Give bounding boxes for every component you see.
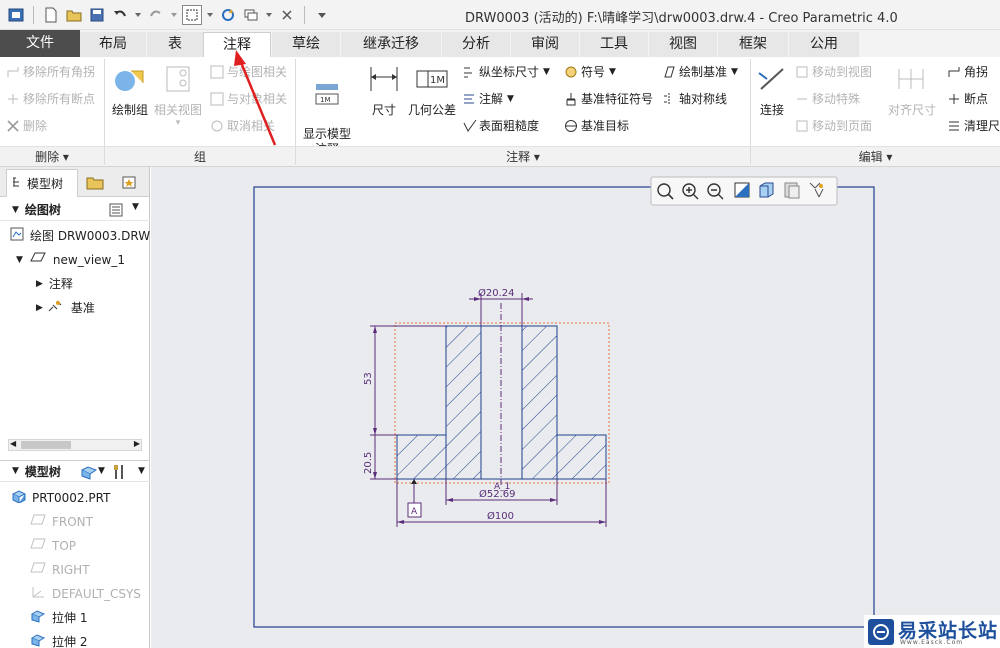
- datum-plane-icon: [30, 513, 46, 530]
- datum-plane-icon: [30, 561, 46, 578]
- dimension-left-height[interactable]: 53: [363, 372, 374, 385]
- datum-plane-icon: [30, 537, 46, 554]
- tree-item-view[interactable]: ▼ new_view_1: [16, 251, 125, 268]
- dimension-outer-diameter[interactable]: Ø100: [487, 510, 514, 522]
- folder-icon: [86, 174, 104, 193]
- tree-item-top[interactable]: TOP: [30, 537, 76, 554]
- tab-folder[interactable]: [80, 169, 110, 197]
- part-icon: [11, 489, 27, 506]
- display-style-icon[interactable]: [759, 182, 774, 198]
- watermark: 易采站长站 Www.Easck.Com: [864, 615, 1000, 648]
- dimension-inner-diameter[interactable]: Ø52.69: [479, 488, 516, 500]
- tree-item-front[interactable]: FRONT: [30, 513, 93, 530]
- drawing-canvas[interactable]: Ø20.24 53 20.5 A_1 A Ø52.69 Ø100: [151, 167, 1000, 648]
- tree-item-right[interactable]: RIGHT: [30, 561, 90, 578]
- tree-item-datums[interactable]: ▶ 基准: [36, 299, 95, 316]
- settings-list-icon[interactable]: [108, 202, 124, 221]
- tools-icon[interactable]: [112, 463, 128, 484]
- left-panel-tabs: 模型树: [0, 167, 149, 197]
- repaint-icon[interactable]: [734, 182, 750, 198]
- saved-views-icon[interactable]: [784, 182, 800, 199]
- model-tree-header: ▼ 模型树 ▼ ▼: [0, 460, 150, 482]
- graphics-toolbar: [650, 176, 838, 206]
- extrude-icon: [30, 633, 46, 648]
- favorites-icon: [121, 174, 137, 193]
- dimension-top-diameter[interactable]: Ø20.24: [478, 287, 515, 299]
- tree-item-extrude-2[interactable]: 拉伸 2: [30, 633, 87, 648]
- drawing-view[interactable]: Ø20.24 53 20.5 A_1 A Ø52.69 Ø100: [363, 287, 610, 527]
- tab-model-tree[interactable]: 模型树: [6, 169, 78, 197]
- tree-item-drawing[interactable]: 绘图 DRW0003.DRW: [10, 227, 150, 244]
- tree-item-default-csys[interactable]: DEFAULT_CSYS: [30, 585, 141, 602]
- datum-a-label[interactable]: A: [411, 507, 418, 517]
- horizontal-scrollbar[interactable]: ◀ ▶: [8, 439, 142, 451]
- datum-icon: [47, 299, 63, 316]
- extrude-icon: [30, 609, 46, 626]
- chevron-down-icon[interactable]: ▼: [132, 202, 139, 212]
- tree-item-part[interactable]: PRT0002.PRT: [11, 489, 110, 506]
- dimension-flange-height[interactable]: 20.5: [363, 452, 374, 474]
- view-icon: [29, 251, 47, 268]
- watermark-logo-icon: [868, 619, 894, 645]
- part-icon[interactable]: [80, 464, 98, 483]
- drawing-icon: [10, 227, 24, 244]
- csys-icon: [30, 585, 46, 602]
- tree-item-extrude-1[interactable]: 拉伸 1: [30, 609, 87, 626]
- tab-favorites[interactable]: [114, 169, 144, 197]
- drawing-tree-header: ▼ 绘图树 ▼: [0, 199, 150, 221]
- watermark-subtext: Www.Easck.Com: [900, 639, 964, 646]
- tree-item-annotations[interactable]: ▶ 注释: [36, 275, 73, 292]
- drawing-sheet[interactable]: Ø20.24 53 20.5 A_1 A Ø52.69 Ø100: [151, 167, 1000, 648]
- left-panel: 模型树 ▼ 绘图树 ▼ 绘图 DRW0003.DRW ▼ new_view_1 …: [0, 167, 150, 648]
- tree-icon: [11, 176, 23, 191]
